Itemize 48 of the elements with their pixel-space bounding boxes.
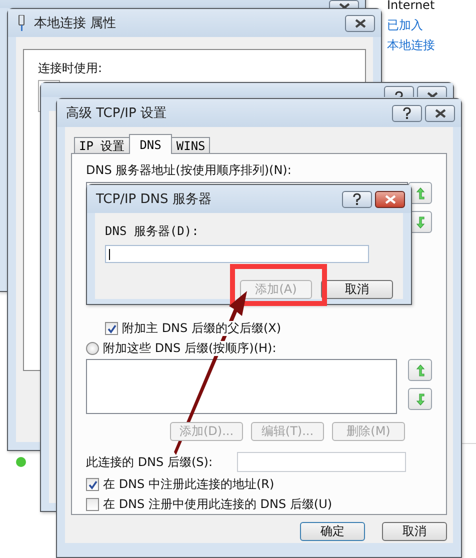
help-icon[interactable] [394, 91, 404, 97]
down-arrow-icon [416, 392, 424, 406]
section-label: DNS 服务器地址(按使用顺序排列)(N): [86, 163, 292, 178]
checkbox-label: 在 DNS 注册中使用此连接的 DNS 后缀(U) [103, 497, 332, 512]
dns-suffix-field[interactable] [237, 452, 406, 472]
field-label: DNS 服务器(D): [105, 223, 200, 240]
checkbox-label: 附加主 DNS 后缀的父后缀(X) [122, 321, 282, 336]
radio-label: 附加这些 DNS 后缀(按顺序)(H): [103, 341, 276, 356]
tab[interactable]: WINS [171, 137, 210, 153]
window-title: 高级 TCP/IP 设置 [66, 105, 166, 122]
close-button[interactable] [345, 14, 375, 32]
status-dot [16, 457, 26, 467]
checkbox[interactable] [86, 478, 99, 491]
close-icon[interactable] [426, 92, 438, 97]
dns-server-field[interactable] [105, 245, 369, 263]
checkbox-label: 在 DNS 中注册此连接的地址(R) [103, 477, 274, 492]
close-button[interactable] [329, 0, 359, 8]
ok-button[interactable]: 确定 [300, 522, 365, 541]
sidebar-link[interactable]: 已加入 [387, 17, 435, 34]
tab[interactable]: DNS [128, 134, 172, 154]
network-adapter-icon [17, 15, 26, 31]
help-icon[interactable] [402, 107, 412, 119]
close-icon[interactable] [354, 18, 366, 28]
close-button[interactable] [425, 104, 455, 122]
field-label: 连接时使用: [38, 60, 104, 77]
down-arrow-icon [416, 216, 424, 228]
radio-button[interactable] [86, 342, 99, 355]
cancel-button[interactable]: 取消 [382, 522, 447, 541]
up-arrow-icon [416, 364, 424, 376]
status-text: Internet [387, 0, 435, 14]
checkbox[interactable] [105, 322, 118, 335]
help-button[interactable] [342, 190, 372, 208]
checkbox[interactable] [86, 498, 99, 511]
cancel-button[interactable]: 取消 [321, 280, 393, 299]
help-button[interactable] [392, 104, 422, 122]
close-button[interactable] [375, 190, 405, 208]
tab[interactable]: IP 设置 [74, 137, 130, 153]
help-button[interactable] [384, 86, 414, 97]
window-title: 本地连接 属性 [34, 15, 116, 32]
close-icon[interactable] [338, 3, 350, 8]
close-button[interactable] [417, 86, 447, 97]
help-icon[interactable] [352, 193, 362, 205]
sidebar-link[interactable]: 本地连接 [387, 37, 435, 54]
dns-suffix-list[interactable] [86, 359, 397, 414]
dialog-title: TCP/IP DNS 服务器 [96, 191, 212, 208]
close-icon[interactable] [434, 108, 446, 118]
up-arrow-icon [416, 186, 424, 200]
field-label: 此连接的 DNS 后缀(S): [86, 454, 212, 470]
